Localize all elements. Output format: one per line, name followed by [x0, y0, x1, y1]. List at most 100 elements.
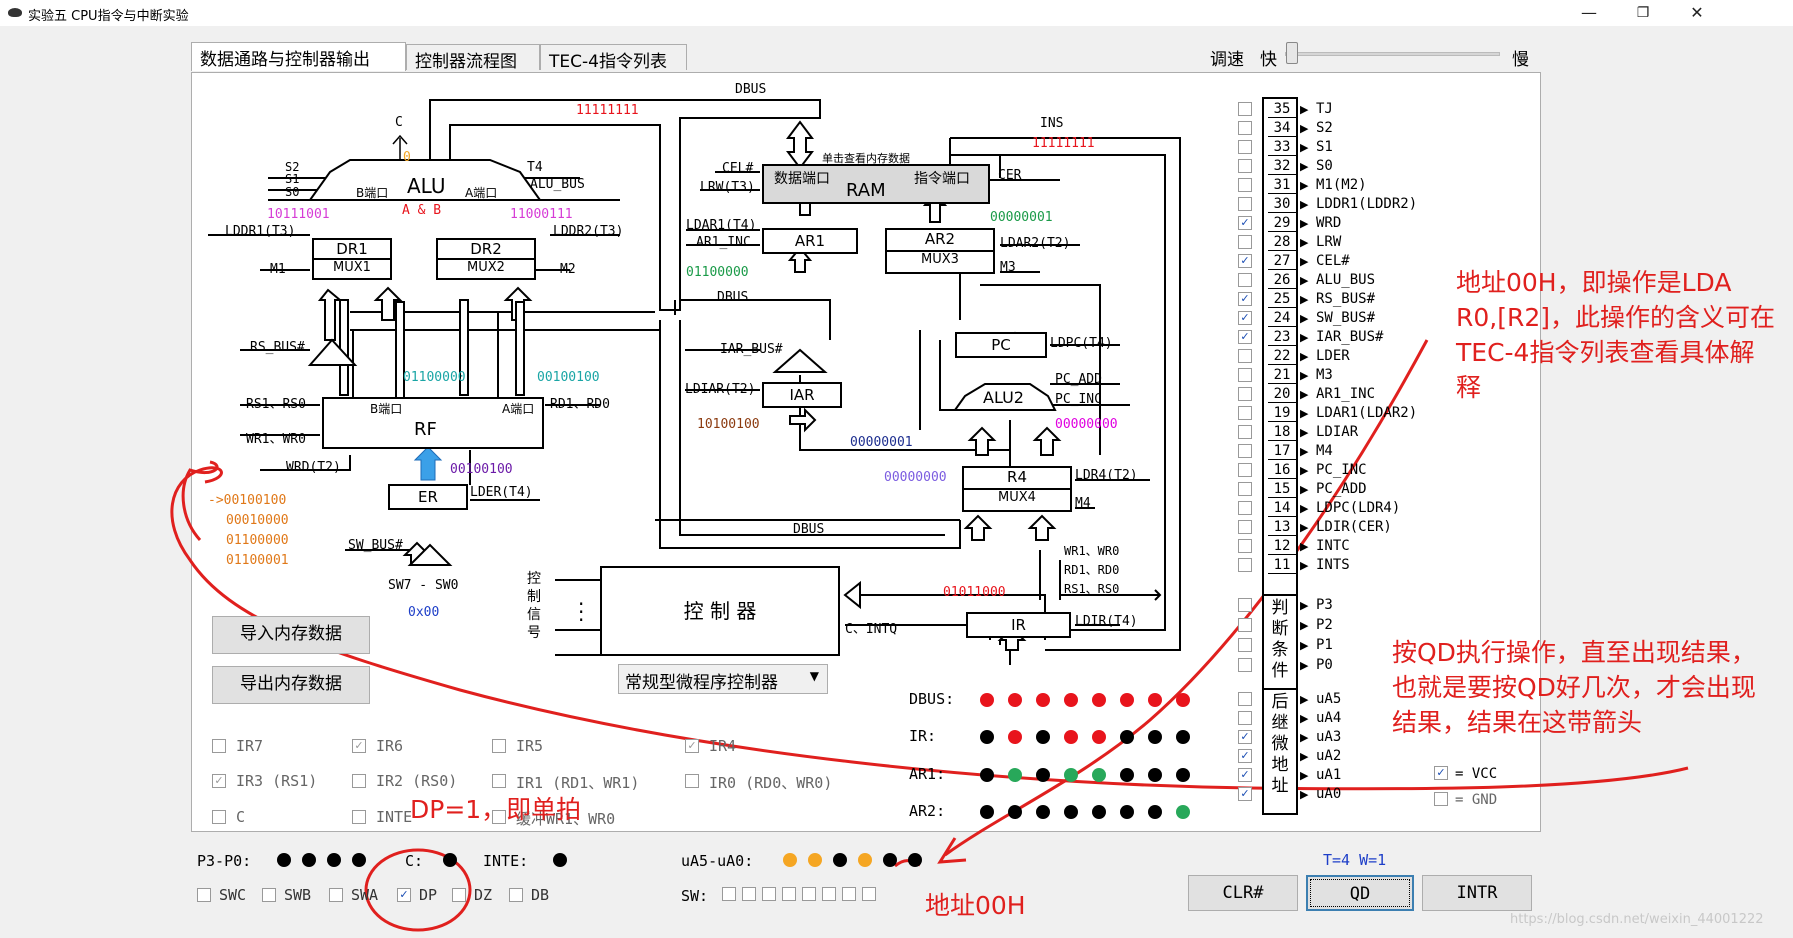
p-led [327, 853, 341, 867]
ir-checkbox[interactable] [492, 739, 506, 753]
signal-checkbox[interactable] [1238, 368, 1252, 382]
led-dot [980, 768, 994, 782]
judge-checkbox[interactable] [1238, 658, 1252, 672]
clr-button[interactable]: CLR# [1188, 875, 1298, 911]
arrow-right-icon: ▶ [1300, 502, 1309, 515]
signal-checkbox[interactable] [1238, 197, 1252, 211]
ir-checkbox[interactable] [212, 810, 226, 824]
signal-checkbox[interactable]: ✓ [1238, 216, 1252, 230]
sw-switch[interactable] [722, 887, 736, 901]
signal-checkbox[interactable] [1238, 235, 1252, 249]
next-addr-checkbox[interactable] [1238, 711, 1252, 725]
signal-label: IAR_BUS# [1316, 329, 1384, 345]
pc-add-label: PC_ADD [1055, 372, 1102, 387]
dbus-label-2: DBUS [717, 290, 749, 305]
signal-checkbox[interactable]: ✓ [1238, 292, 1252, 306]
arrow-right-icon: ▶ [1300, 236, 1309, 249]
intr-button[interactable]: INTR [1422, 875, 1532, 911]
bottom-checkbox[interactable] [262, 888, 276, 902]
judge-checkbox[interactable] [1238, 598, 1252, 612]
signal-checkbox[interactable] [1238, 140, 1252, 154]
controller-type-select[interactable]: 常规型微程序控制器 ▼ [618, 664, 828, 694]
ir-checkbox[interactable] [492, 774, 506, 788]
signal-checkbox[interactable] [1238, 273, 1252, 287]
signal-checkbox[interactable] [1238, 558, 1252, 572]
import-memory-button[interactable]: 导入内存数据 [212, 616, 370, 654]
judge-checkbox[interactable] [1238, 638, 1252, 652]
ir-checkbox-label: IR2 (RS0) [376, 772, 458, 790]
sw-switch[interactable] [782, 887, 796, 901]
signal-checkbox[interactable]: ✓ [1238, 330, 1252, 344]
signal-checkbox[interactable]: ✓ [1238, 254, 1252, 268]
judge-checkbox[interactable] [1238, 618, 1252, 632]
ldpc-label: LDPC(T4) [1050, 336, 1113, 351]
signal-checkbox[interactable] [1238, 406, 1252, 420]
next-addr-checkbox[interactable]: ✓ [1238, 768, 1252, 782]
rs-bus-label: RS_BUS# [250, 340, 305, 355]
export-memory-button[interactable]: 导出内存数据 [212, 666, 370, 704]
next-addr-checkbox[interactable]: ✓ [1238, 787, 1252, 801]
controller-block: 控 制 器 [600, 566, 840, 656]
bottom-checkbox[interactable] [329, 888, 343, 902]
sw-switch[interactable] [742, 887, 756, 901]
signal-checkbox[interactable] [1238, 425, 1252, 439]
bottom-checkbox[interactable] [509, 888, 523, 902]
signal-checkbox[interactable] [1238, 349, 1252, 363]
signal-checkbox[interactable] [1238, 482, 1252, 496]
signal-checkbox[interactable] [1238, 501, 1252, 515]
bottom-checkbox[interactable] [197, 888, 211, 902]
next-addr-checkbox[interactable]: ✓ [1238, 730, 1252, 744]
bottom-checkbox[interactable] [452, 888, 466, 902]
mux4-label: MUX4 [998, 490, 1036, 505]
next-addr-checkbox[interactable]: ✓ [1238, 749, 1252, 763]
rf-a-port: A端口 [502, 402, 535, 416]
signal-checkbox[interactable] [1238, 463, 1252, 477]
c-status-label: C: [405, 852, 424, 870]
next-addr-checkbox[interactable] [1238, 692, 1252, 706]
p-led [302, 853, 316, 867]
signal-checkbox[interactable] [1238, 178, 1252, 192]
arrow-right-icon: ▶ [1300, 388, 1309, 401]
sw-switch[interactable] [822, 887, 836, 901]
led-dot [1036, 768, 1050, 782]
signal-label: WRD [1316, 215, 1342, 231]
signal-checkbox[interactable]: ✓ [1238, 311, 1252, 325]
vcc-checkbox[interactable]: ✓ [1434, 766, 1448, 780]
ir-checkbox[interactable] [212, 739, 226, 753]
ir-checkbox[interactable] [685, 774, 699, 788]
ir-checkbox[interactable]: ✓ [685, 739, 699, 753]
arrow-right-icon: ▶ [1300, 293, 1309, 306]
signal-checkbox[interactable] [1238, 539, 1252, 553]
signal-checkbox[interactable] [1238, 387, 1252, 401]
led-dot [1036, 693, 1050, 707]
signal-checkbox[interactable] [1238, 520, 1252, 534]
signal-checkbox[interactable] [1238, 444, 1252, 458]
signal-label: CEL# [1316, 253, 1350, 269]
gnd-checkbox[interactable] [1434, 792, 1448, 806]
signal-checkbox[interactable] [1238, 159, 1252, 173]
r4-label: R4 [964, 468, 1070, 490]
ram-block[interactable]: 数据端口 指令端口 RAM [762, 164, 990, 204]
ir-checkbox[interactable]: ✓ [352, 739, 366, 753]
dr2-label: DR2 [438, 240, 534, 260]
signal-label: S1 [1316, 139, 1333, 155]
arrow-right-icon: ▶ [1300, 426, 1309, 439]
sw-switch[interactable] [842, 887, 856, 901]
r4-register: R4 MUX4 [962, 466, 1072, 512]
sw-switch[interactable] [862, 887, 876, 901]
dbus-label-3: DBUS [793, 522, 825, 537]
sw-switch[interactable] [802, 887, 816, 901]
sw-switch[interactable] [762, 887, 776, 901]
ir-checkbox[interactable] [352, 810, 366, 824]
alu-op-label: A & B [402, 203, 442, 218]
ir-checkbox[interactable]: ✓ [212, 774, 226, 788]
arrow-right-icon: ▶ [1300, 141, 1309, 154]
m2-label: M2 [560, 262, 576, 277]
ir-checkbox[interactable] [352, 774, 366, 788]
qd-button[interactable]: QD [1306, 875, 1414, 911]
led-dot [1176, 768, 1190, 782]
signal-number: 34 [1268, 120, 1296, 137]
bottom-checkbox[interactable]: ✓ [397, 888, 411, 902]
signal-checkbox[interactable] [1238, 121, 1252, 135]
signal-checkbox[interactable] [1238, 102, 1252, 116]
